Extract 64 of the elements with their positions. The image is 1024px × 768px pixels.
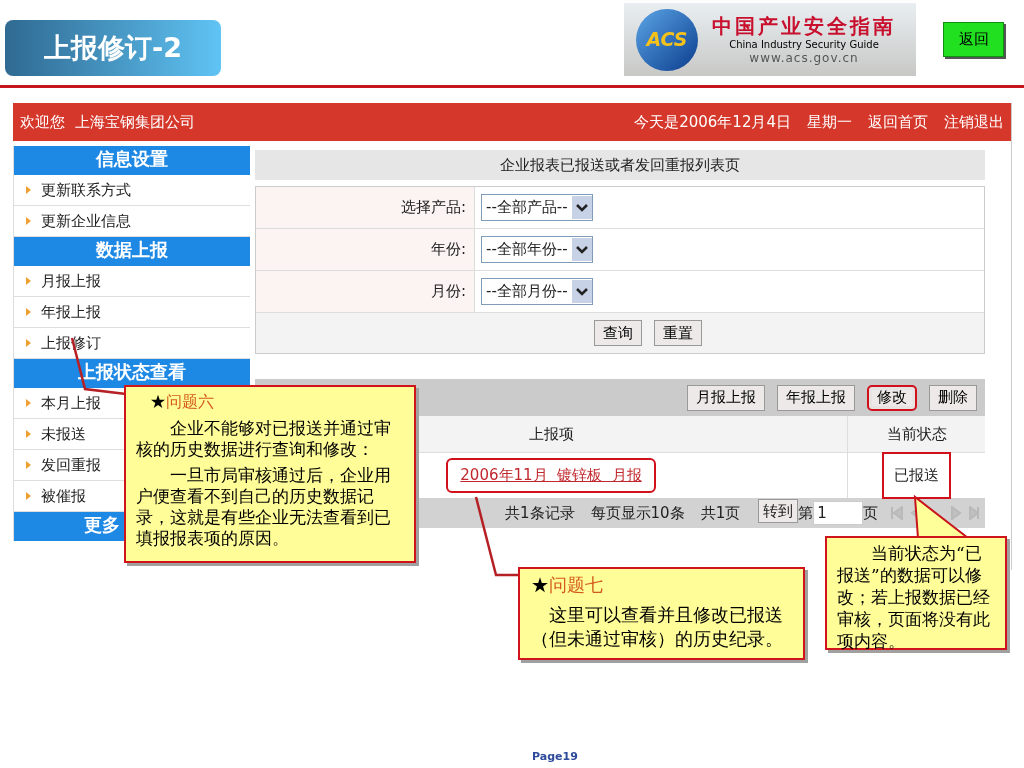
logo-subtitle: China Industry Security Guide <box>729 38 879 51</box>
bullet-icon <box>26 430 31 438</box>
header-link[interactable]: 返回首页 <box>868 110 928 134</box>
sidebar-heading: 信息设置 <box>96 148 168 170</box>
bullet-icon <box>26 217 31 225</box>
return-button[interactable]: 返回 <box>943 22 1004 57</box>
date-text: 今天是2006年12月4日 <box>634 111 791 133</box>
filter-label: 选择产品: <box>256 187 475 228</box>
report-link[interactable]: 2006年11月 镀锌板 月报 <box>446 458 656 493</box>
page-size: 每页显示10条 <box>590 502 685 524</box>
logo-url: www.acs.gov.cn <box>749 51 859 65</box>
bullet-icon <box>26 399 31 407</box>
page-prefix: 第 <box>798 502 814 524</box>
callout-text: 这里可以查看并且修改已报送（但未通过审核）的历史纪录。 <box>531 603 784 651</box>
page-suffix: 页 <box>863 502 879 524</box>
form-button[interactable]: 查询 <box>594 320 642 346</box>
page-count: 共1页 <box>700 502 741 524</box>
filter-label: 月份: <box>256 271 475 312</box>
record-count: 共1条记录 <box>505 502 575 524</box>
filter-label: 年份: <box>256 229 475 270</box>
bullet-icon <box>26 308 31 316</box>
sidebar-heading: 更多 <box>84 514 120 536</box>
page-title-bar: 企业报表已报送或者发回重报列表页 <box>255 150 985 180</box>
sidebar-item[interactable]: 本月上报 <box>26 391 101 415</box>
bullet-icon <box>26 186 31 194</box>
callout-text: 当前状态为“已报送”的数据可以修改；若上报数据已经审核，页面将没有此项内容。 <box>837 542 991 652</box>
column-header: 当前状态 <box>885 423 948 445</box>
slide-title: 上报修订-2 <box>5 20 221 76</box>
header-link[interactable]: 注销退出 <box>944 110 1004 134</box>
sidebar-item[interactable]: 年报上报 <box>26 300 101 324</box>
callout-title: ★问题七 <box>531 573 604 597</box>
chevron-down-icon <box>571 196 592 219</box>
callout-text: 一旦市局审核通过后，企业用户便查看不到自己的历史数据记录，这就是有些企业无法查看到已填报报表项的原因。 <box>136 465 392 549</box>
sidebar-item[interactable]: 被催报 <box>26 484 86 508</box>
sidebar-item[interactable]: 更新企业信息 <box>26 209 131 233</box>
bullet-icon <box>26 277 31 285</box>
status-text: 已报送 <box>882 452 951 499</box>
callout-title: ★问题六 <box>149 391 215 412</box>
go-button[interactable]: 转到 <box>758 499 799 523</box>
select-dropdown[interactable]: --全部月份-- <box>481 278 593 305</box>
chevron-down-icon <box>571 280 592 303</box>
select-dropdown[interactable]: --全部年份-- <box>481 236 593 263</box>
page-input[interactable]: 1 <box>813 501 864 525</box>
welcome-text: 欢迎您 上海宝钢集团公司 <box>20 111 195 133</box>
sidebar-heading: 数据上报 <box>96 239 168 261</box>
chevron-down-icon <box>571 238 592 261</box>
sidebar-item[interactable]: 发回重报 <box>26 453 101 477</box>
sidebar-item[interactable]: 月报上报 <box>26 269 101 293</box>
form-button[interactable]: 重置 <box>654 320 702 346</box>
toolbar-button[interactable]: 删除 <box>929 384 977 411</box>
bullet-icon <box>26 461 31 469</box>
bullet-icon <box>26 492 31 500</box>
sidebar-item[interactable]: 未报送 <box>26 422 86 446</box>
page-number: Page19 <box>532 749 578 765</box>
bullet-icon <box>26 339 31 347</box>
toolbar-button[interactable]: 修改 <box>867 384 917 411</box>
toolbar-button[interactable]: 月报上报 <box>687 384 765 411</box>
globe-logo: ACS <box>636 8 698 71</box>
page-nav-icon <box>890 506 981 520</box>
weekday-text: 星期一 <box>807 111 852 133</box>
logo-title: 中国产业安全指南 <box>712 14 896 38</box>
select-dropdown[interactable]: --全部产品-- <box>481 194 593 221</box>
sidebar-item[interactable]: 更新联系方式 <box>26 178 131 202</box>
toolbar-button[interactable]: 年报上报 <box>777 384 855 411</box>
